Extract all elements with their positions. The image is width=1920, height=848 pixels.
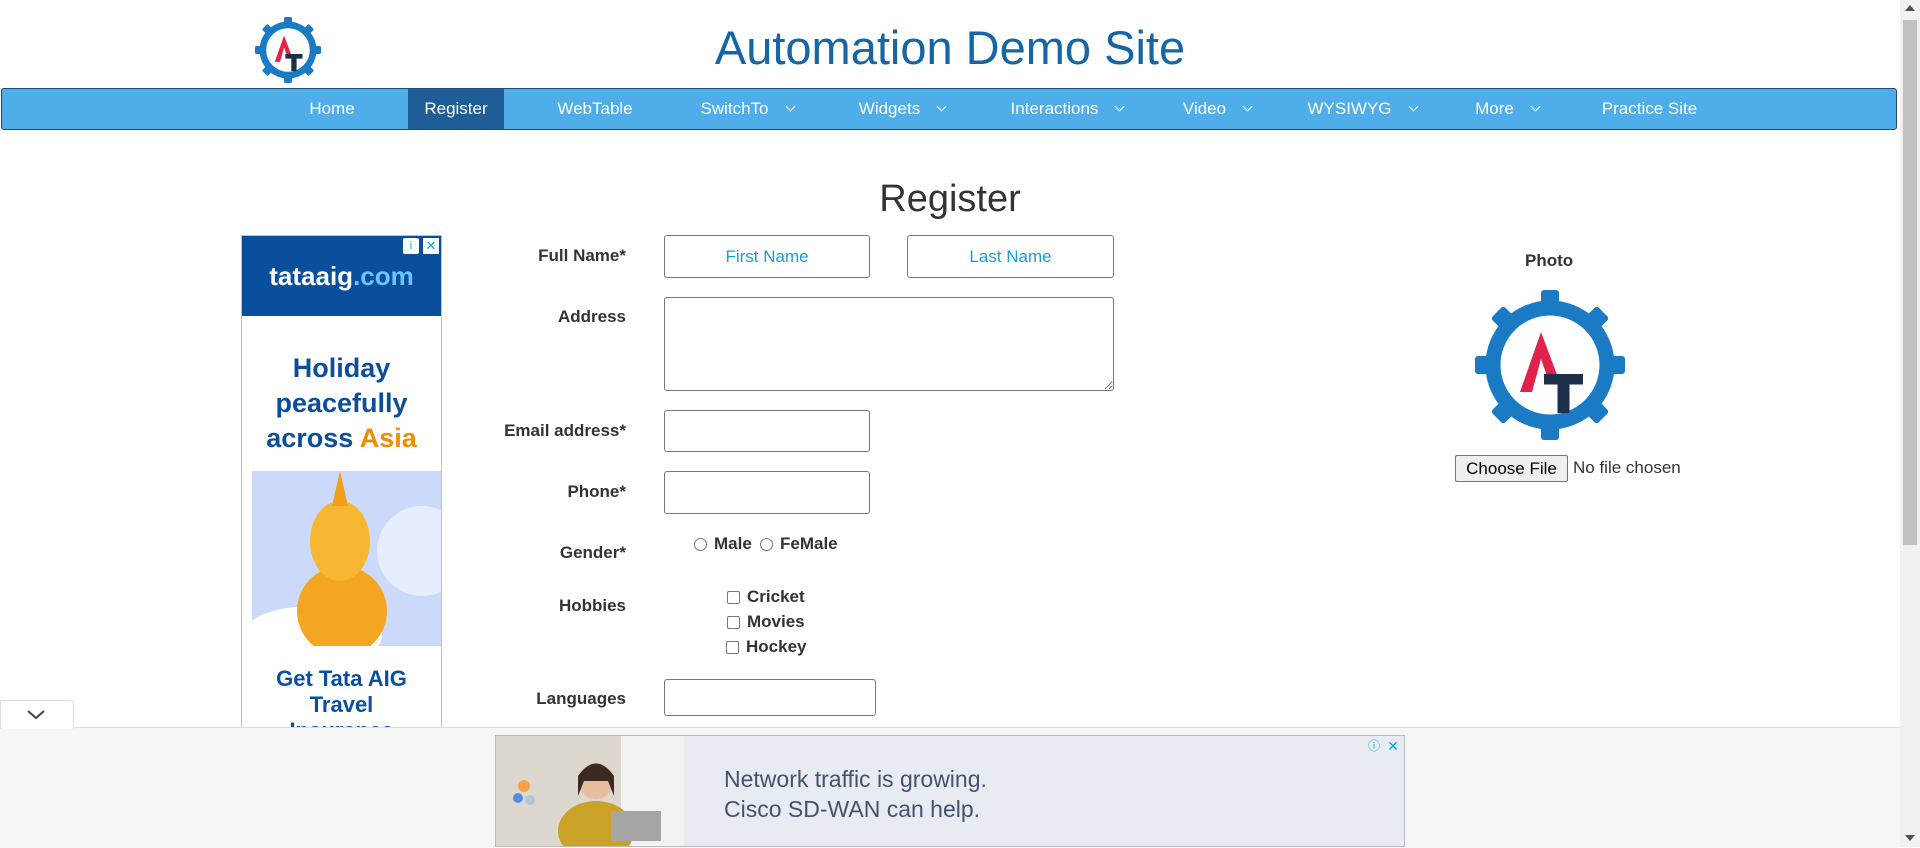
collapse-ad-button[interactable] (0, 700, 74, 729)
gender-male-radio[interactable] (694, 538, 707, 551)
site-title: Automation Demo Site (714, 21, 1186, 74)
ad-close-icon[interactable]: ✕ (1385, 738, 1401, 754)
email-label: Email address* (504, 421, 626, 440)
ad-bottom-text: Network traffic is growing. Cisco SD-WAN… (724, 766, 987, 822)
ad-buddha-image (252, 471, 441, 646)
ad-headline: Holiday peacefully across Asia (266, 353, 417, 453)
nav-interactions[interactable]: Interactions (992, 89, 1142, 129)
hobby-hockey-checkbox[interactable] (726, 641, 739, 654)
chevron-down-icon (1408, 101, 1418, 112)
gender-label: Gender* (559, 543, 626, 562)
ad-woman-laptop-image (496, 736, 684, 846)
scroll-down-arrow-icon[interactable] (1905, 835, 1915, 841)
full-name-label: Full Name* (538, 246, 626, 265)
hobby-movies-label: Movies (747, 612, 805, 631)
hobby-cricket-label: Cricket (747, 587, 805, 606)
nav-wysiwyg[interactable]: WYSIWYG (1292, 89, 1432, 129)
hobby-movies-checkbox[interactable] (727, 616, 740, 629)
ad-info-icon[interactable]: i (403, 238, 419, 254)
bottom-advertisement[interactable]: Network traffic is growing. Cisco SD-WAN… (495, 735, 1405, 847)
last-name-input[interactable] (907, 235, 1114, 278)
main-nav: Home Register WebTable SwitchTo Widgets … (1, 88, 1897, 130)
first-name-input[interactable] (664, 235, 870, 278)
nav-practice-site[interactable]: Practice Site (1587, 89, 1712, 129)
phone-label: Phone* (567, 482, 626, 501)
address-label: Address (557, 307, 626, 326)
scroll-up-arrow-icon[interactable] (1905, 5, 1915, 11)
gender-male-label: Male (714, 534, 752, 553)
nav-more[interactable]: More (1457, 89, 1557, 129)
email-field[interactable] (664, 410, 870, 452)
chevron-down-icon (1242, 101, 1253, 112)
phone-field[interactable] (664, 471, 870, 514)
photo-preview-logo (1475, 290, 1625, 440)
nav-widgets[interactable]: Widgets (837, 89, 967, 129)
nav-switchto[interactable]: SwitchTo (682, 89, 812, 129)
page-title: Register (879, 178, 1021, 220)
choose-file-button[interactable]: Choose File (1455, 455, 1568, 482)
nav-webtable[interactable]: WebTable (539, 89, 651, 129)
chevron-down-icon (1114, 101, 1125, 112)
nav-video[interactable]: Video (1162, 89, 1272, 129)
ad-cta: Get Tata AIG Travel Insurance (276, 666, 407, 732)
hobby-hockey-label: Hockey (746, 637, 807, 656)
chevron-down-icon (1530, 101, 1541, 112)
languages-label: Languages (536, 689, 626, 708)
ad-info-icon[interactable]: ⓘ (1366, 738, 1382, 754)
photo-label: Photo (1525, 251, 1574, 270)
nav-register[interactable]: Register (408, 89, 504, 129)
chevron-down-icon (785, 101, 795, 112)
address-textarea[interactable] (664, 297, 1114, 391)
nav-home[interactable]: Home (297, 89, 367, 129)
chevron-down-icon (27, 710, 45, 720)
languages-multiselect[interactable] (664, 679, 876, 716)
chevron-down-icon (936, 101, 947, 112)
hobbies-label: Hobbies (558, 596, 626, 615)
scrollbar-thumb[interactable] (1903, 20, 1917, 545)
hobby-cricket-checkbox[interactable] (727, 591, 740, 604)
gender-female-radio[interactable] (760, 538, 773, 551)
gender-female-label: FeMale (780, 534, 838, 553)
left-advertisement[interactable]: tataaig.com i ✕ Holiday peacefully acros… (241, 235, 442, 732)
file-status-text: No file chosen (1573, 458, 1681, 477)
